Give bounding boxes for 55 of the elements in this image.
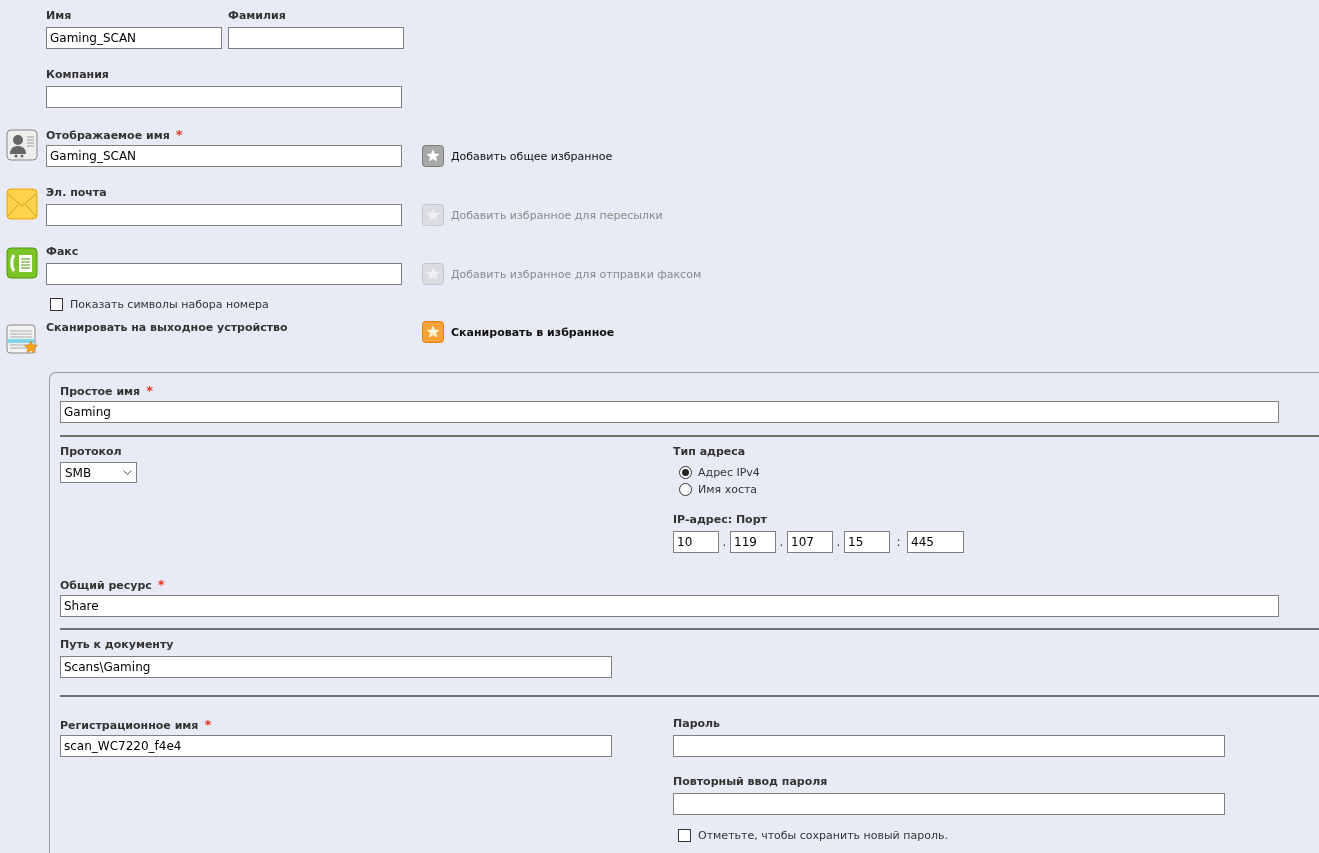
field-label: Фамилия	[228, 9, 286, 22]
required-asterisk: *	[157, 577, 165, 592]
protocol-dropdown[interactable]: SMB	[60, 462, 137, 483]
field-label: Тип адреса	[673, 445, 747, 458]
envelope-icon	[6, 188, 38, 220]
field-label: Факс	[46, 245, 79, 258]
text-field[interactable]: scan_WC7220_f4e4	[60, 735, 612, 757]
required-asterisk: *	[146, 383, 153, 398]
address-type-option[interactable]: Адрес IPv4	[679, 464, 760, 481]
text-field[interactable]	[46, 86, 402, 108]
text-field[interactable]: Share	[60, 595, 1279, 617]
port-field[interactable]: 445	[907, 531, 964, 553]
contact-card-icon	[6, 129, 38, 161]
port-separator: :	[895, 535, 902, 549]
ip-octet-field[interactable]: 10	[673, 531, 719, 553]
password-field[interactable]	[673, 735, 1225, 757]
required-asterisk: *	[204, 717, 212, 732]
field-label: Повторный ввод пароля	[673, 775, 828, 788]
field-label: Простое имя	[60, 385, 141, 398]
scan-to-favorite-button[interactable]: Сканировать в избранное	[422, 321, 615, 343]
radio-button[interactable]	[679, 466, 692, 479]
text-field[interactable]	[46, 204, 402, 226]
text-field[interactable]: Gaming	[60, 401, 1279, 423]
text-field[interactable]: Gaming_SCAN	[46, 145, 402, 167]
field-label: Путь к документу	[60, 638, 174, 651]
ip-separator: .	[835, 535, 842, 549]
text-field[interactable]	[228, 27, 404, 49]
chevron-down-icon	[123, 469, 132, 476]
ip-separator: .	[778, 535, 785, 549]
field-label: Регистрационное имя	[60, 719, 199, 732]
ip-octet-field[interactable]: 107	[787, 531, 833, 553]
field-label: Пароль	[673, 717, 721, 730]
text-field[interactable]: Gaming_SCAN	[46, 27, 222, 49]
fax-icon	[6, 247, 38, 279]
field-label: Общий ресурс	[60, 579, 152, 592]
field-label: Отображаемое имя	[46, 129, 170, 142]
ip-separator: .	[721, 535, 728, 549]
field-label: Имя	[46, 9, 72, 22]
ip-octet-field[interactable]: 119	[730, 531, 776, 553]
add-favorite-button[interactable]: Добавить общее избранное	[422, 145, 613, 167]
save-password-checkbox[interactable]: Отметьте, чтобы сохранить новый пароль.	[678, 829, 1225, 842]
scan-document-icon	[6, 323, 38, 355]
field-label: Протокол	[60, 445, 123, 458]
required-asterisk: *	[175, 127, 183, 142]
field-label: IP-адрес: Порт	[673, 513, 767, 526]
radio-button[interactable]	[679, 483, 692, 496]
password-field[interactable]	[673, 793, 1225, 815]
dial-symbols-checkbox[interactable]: Показать символы набора номера	[50, 298, 1319, 311]
text-field[interactable]	[46, 263, 402, 285]
section-label: Сканировать на выходное устройство	[46, 321, 289, 334]
field-label: Эл. почта	[46, 186, 107, 199]
address-type-option[interactable]: Имя хоста	[679, 481, 758, 498]
text-field[interactable]: Scans\Gaming	[60, 656, 612, 678]
ip-octet-field[interactable]: 15	[844, 531, 890, 553]
field-label: Компания	[46, 68, 109, 81]
